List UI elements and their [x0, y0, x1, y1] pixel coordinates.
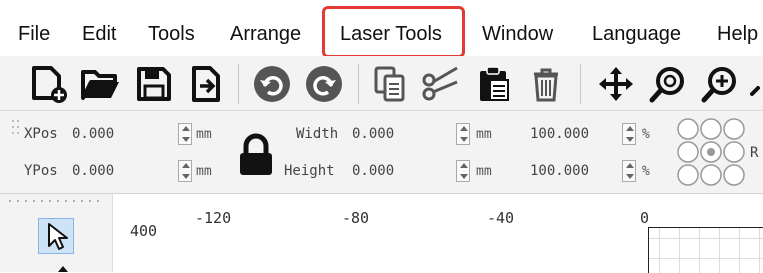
- xpos-value[interactable]: 0.000: [72, 126, 114, 142]
- laser-tools-highlight-box: [322, 6, 465, 58]
- menu-help[interactable]: Help: [717, 21, 758, 47]
- menu-file[interactable]: File: [18, 21, 50, 47]
- height-stepper[interactable]: [456, 160, 470, 182]
- cursor-arrow-icon: [48, 223, 68, 250]
- left-tool-panel: [0, 194, 113, 272]
- anchor-point-grid-icon[interactable]: [676, 117, 746, 187]
- xpos-label: XPos: [24, 126, 58, 142]
- next-tool-icon[interactable]: [56, 264, 70, 272]
- height-percent-unit: %: [642, 164, 650, 179]
- cut-icon[interactable]: [420, 64, 460, 104]
- undo-icon[interactable]: [252, 64, 292, 104]
- copy-icon[interactable]: [370, 64, 410, 104]
- width-percent-unit: %: [642, 127, 650, 142]
- properties-bar: XPos 0.000 mm YPos 0.000 mm Width 0.000 …: [0, 111, 763, 194]
- toolbar-separator: [358, 64, 359, 104]
- height-label: Height: [284, 163, 335, 179]
- save-icon[interactable]: [134, 64, 174, 104]
- menu-arrange[interactable]: Arrange: [230, 21, 301, 47]
- width-value[interactable]: 0.000: [352, 126, 394, 142]
- width-label: Width: [296, 126, 339, 142]
- toolbar-overflow-icon[interactable]: [748, 64, 763, 104]
- ruler-tick-label: -120: [195, 209, 232, 227]
- menu-language[interactable]: Language: [592, 21, 681, 47]
- width-stepper[interactable]: [456, 123, 470, 145]
- grip-handle-icon[interactable]: [10, 117, 22, 187]
- new-file-icon[interactable]: [28, 64, 68, 104]
- height-percent-stepper[interactable]: [622, 160, 636, 182]
- panel-grip-icon[interactable]: [6, 198, 106, 204]
- toolbar-separator: [580, 64, 581, 104]
- open-folder-icon[interactable]: [80, 64, 120, 104]
- zoom-fit-icon[interactable]: [648, 64, 688, 104]
- toolbar-separator: [238, 64, 239, 104]
- select-tool-button[interactable]: [38, 218, 74, 254]
- move-icon[interactable]: [596, 64, 636, 104]
- xpos-stepper[interactable]: [178, 123, 192, 145]
- height-percent-value[interactable]: 100.000: [530, 163, 589, 179]
- menu-window[interactable]: Window: [482, 21, 553, 47]
- height-value[interactable]: 0.000: [352, 163, 394, 179]
- vertical-ruler-label: 400: [130, 222, 158, 240]
- design-canvas[interactable]: [648, 227, 763, 273]
- lock-aspect-icon[interactable]: [236, 133, 276, 177]
- ypos-label: YPos: [24, 163, 58, 179]
- ypos-value[interactable]: 0.000: [72, 163, 114, 179]
- menu-bar: File Edit Tools Arrange Laser Tools Wind…: [0, 0, 763, 58]
- xpos-unit: mm: [196, 127, 212, 142]
- ruler-tick-label: -80: [342, 209, 370, 227]
- redo-icon[interactable]: [304, 64, 344, 104]
- trailing-label: R: [750, 145, 759, 161]
- menu-edit[interactable]: Edit: [82, 21, 116, 47]
- width-unit: mm: [476, 127, 492, 142]
- ruler-tick-label: -40: [487, 209, 515, 227]
- ruler-tick-label: 0: [640, 209, 650, 227]
- ypos-stepper[interactable]: [178, 160, 192, 182]
- ypos-unit: mm: [196, 164, 212, 179]
- zoom-in-icon[interactable]: [700, 64, 740, 104]
- menu-tools[interactable]: Tools: [148, 21, 195, 47]
- delete-icon[interactable]: [526, 64, 566, 104]
- width-percent-stepper[interactable]: [622, 123, 636, 145]
- width-percent-value[interactable]: 100.000: [530, 126, 589, 142]
- main-toolbar: [0, 56, 763, 111]
- paste-icon[interactable]: [474, 64, 514, 104]
- import-icon[interactable]: [186, 64, 226, 104]
- height-unit: mm: [476, 164, 492, 179]
